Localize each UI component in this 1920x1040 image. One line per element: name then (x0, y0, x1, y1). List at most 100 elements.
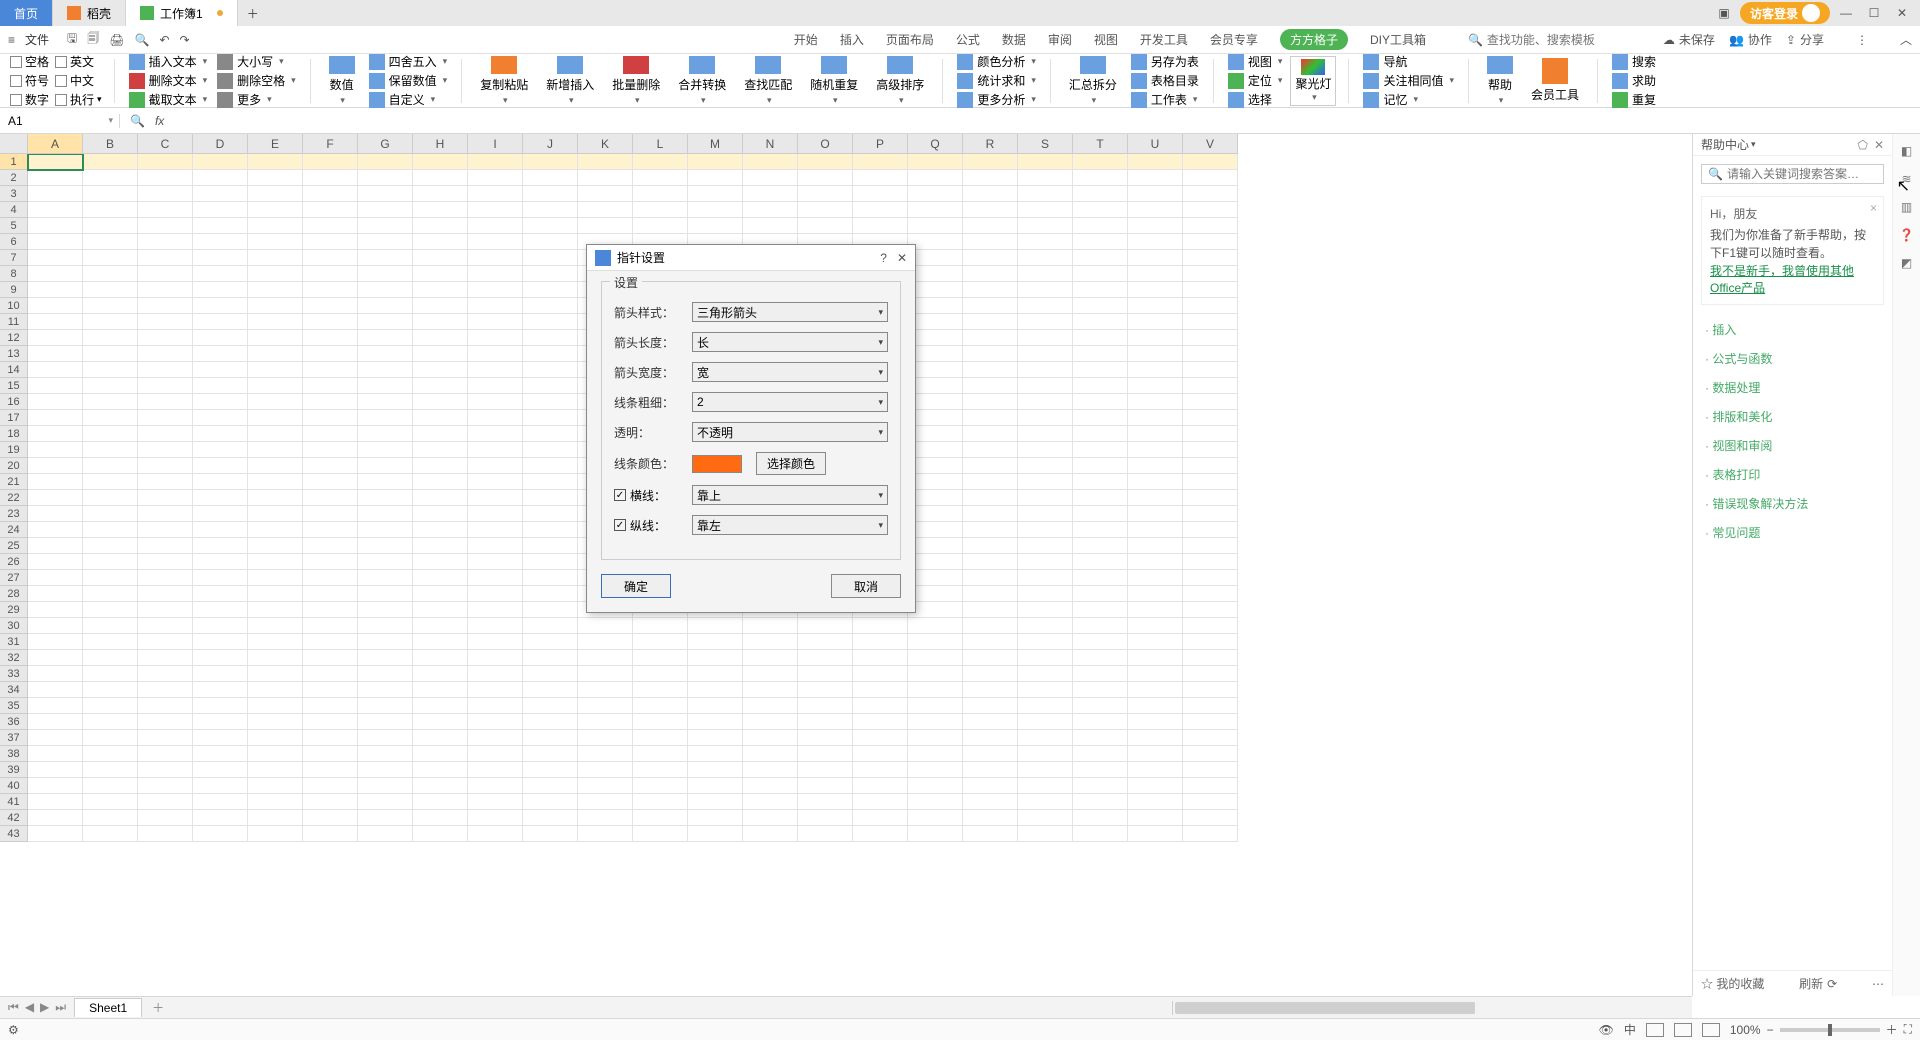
cell[interactable] (468, 314, 523, 330)
cell[interactable] (1018, 330, 1073, 346)
cell[interactable] (908, 682, 963, 698)
help-item-formula[interactable]: 公式与函数 (1693, 344, 1892, 373)
cell[interactable] (413, 362, 468, 378)
cell[interactable] (193, 682, 248, 698)
cell[interactable] (138, 554, 193, 570)
cell[interactable] (523, 810, 578, 826)
cell[interactable] (1018, 458, 1073, 474)
layout-icon[interactable]: ▣ (1712, 6, 1736, 20)
cell[interactable] (138, 682, 193, 698)
cell[interactable] (523, 202, 578, 218)
check-english[interactable]: 英文 (55, 53, 94, 70)
cell[interactable] (413, 202, 468, 218)
ribbon-collapse-icon[interactable]: ︿ (1900, 31, 1912, 48)
cell[interactable] (523, 266, 578, 282)
cell[interactable] (83, 218, 138, 234)
cell[interactable] (83, 426, 138, 442)
cell[interactable] (688, 826, 743, 842)
cell[interactable] (1183, 410, 1238, 426)
cell[interactable] (28, 570, 83, 586)
cell[interactable] (303, 170, 358, 186)
cell[interactable] (1018, 154, 1073, 170)
row-header[interactable]: 32 (0, 650, 28, 666)
cell[interactable] (1018, 202, 1073, 218)
cell[interactable] (248, 634, 303, 650)
cell[interactable] (413, 250, 468, 266)
check-exec[interactable]: 执行▾ (55, 91, 102, 108)
col-header[interactable]: I (468, 134, 523, 154)
cell[interactable] (28, 314, 83, 330)
cell[interactable] (358, 186, 413, 202)
cell[interactable] (468, 650, 523, 666)
cell[interactable] (83, 538, 138, 554)
cell[interactable] (28, 442, 83, 458)
cell[interactable] (138, 778, 193, 794)
cell[interactable] (138, 442, 193, 458)
cell[interactable] (578, 682, 633, 698)
cell[interactable] (28, 154, 83, 170)
cell[interactable] (1073, 666, 1128, 682)
cell[interactable] (1018, 666, 1073, 682)
cell[interactable] (853, 698, 908, 714)
view-normal-button[interactable] (1646, 1023, 1664, 1037)
side-style-icon[interactable]: ≋ (1901, 172, 1911, 186)
row-header[interactable]: 8 (0, 266, 28, 282)
cell[interactable] (1073, 522, 1128, 538)
cell[interactable] (908, 218, 963, 234)
add-sheet-button[interactable]: ＋ (142, 999, 174, 1016)
cell[interactable] (303, 234, 358, 250)
cell[interactable] (193, 634, 248, 650)
cell[interactable] (413, 234, 468, 250)
cell[interactable] (138, 410, 193, 426)
col-header[interactable]: A (28, 134, 83, 154)
cell[interactable] (303, 826, 358, 842)
cell[interactable] (963, 170, 1018, 186)
cell[interactable] (193, 474, 248, 490)
col-header[interactable]: T (1073, 134, 1128, 154)
maximize-button[interactable]: ☐ (1862, 6, 1886, 20)
cell[interactable] (248, 378, 303, 394)
cell[interactable] (248, 234, 303, 250)
cell[interactable] (798, 778, 853, 794)
cell[interactable] (193, 282, 248, 298)
cell[interactable] (413, 794, 468, 810)
cell[interactable] (908, 570, 963, 586)
cell[interactable] (1128, 554, 1183, 570)
cell[interactable] (28, 218, 83, 234)
cell[interactable] (853, 762, 908, 778)
cell[interactable] (1073, 618, 1128, 634)
cell[interactable] (413, 266, 468, 282)
cell[interactable] (1128, 746, 1183, 762)
cell[interactable] (523, 586, 578, 602)
row-header[interactable]: 18 (0, 426, 28, 442)
cell[interactable] (1073, 634, 1128, 650)
cell[interactable] (1183, 570, 1238, 586)
cell[interactable] (963, 314, 1018, 330)
cell[interactable] (303, 186, 358, 202)
cell[interactable] (1183, 826, 1238, 842)
cell[interactable] (248, 714, 303, 730)
cell[interactable] (248, 314, 303, 330)
cell[interactable] (1018, 506, 1073, 522)
menu-view[interactable]: 视图 (1094, 31, 1118, 48)
cell[interactable] (523, 170, 578, 186)
cell[interactable] (578, 218, 633, 234)
cell[interactable] (83, 394, 138, 410)
check-number[interactable]: 数字 (10, 91, 49, 108)
cell[interactable] (853, 154, 908, 170)
cell[interactable] (193, 394, 248, 410)
cell[interactable] (1183, 778, 1238, 794)
cell[interactable] (743, 186, 798, 202)
ribbon-options-icon[interactable]: ⋮ (1856, 33, 1868, 47)
cell[interactable] (303, 618, 358, 634)
cell[interactable] (688, 746, 743, 762)
split-button[interactable]: 汇总拆分 (1063, 56, 1123, 106)
cell[interactable] (413, 586, 468, 602)
cell[interactable] (523, 394, 578, 410)
cell[interactable] (908, 250, 963, 266)
cell[interactable] (523, 554, 578, 570)
cell[interactable] (1073, 298, 1128, 314)
cell[interactable] (28, 426, 83, 442)
cell[interactable] (303, 426, 358, 442)
cell[interactable] (1073, 586, 1128, 602)
